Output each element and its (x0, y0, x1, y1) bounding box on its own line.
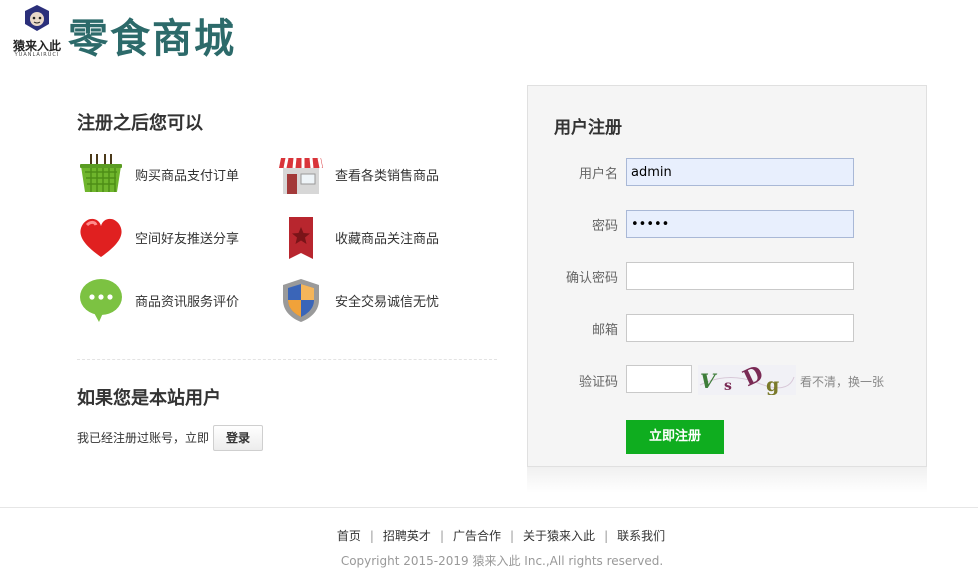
shopping-basket-icon (80, 154, 122, 192)
brand-subtitle: YUANLAIRUCI (14, 52, 60, 58)
footer-separator: | (439, 529, 444, 543)
login-button[interactable]: 登录 (213, 425, 263, 451)
captcha-char: s (724, 378, 732, 394)
benefit-item-review: 商品资讯服务评价 (77, 276, 267, 326)
storefront-icon (279, 157, 323, 194)
footer-separator: | (510, 529, 515, 543)
footer-link-jobs[interactable]: 招聘英才 (383, 529, 431, 543)
captcha-image[interactable]: V s D g (698, 365, 796, 395)
confirm-password-input[interactable] (626, 262, 854, 290)
member-prompt: 我已经注册过账号，立即 (77, 431, 210, 445)
copyright: Copyright 2015-2019 猿来入此 Inc.,All rights… (340, 554, 664, 568)
bookmark-star-icon (289, 217, 313, 259)
site-title: 零食商城 (68, 15, 236, 62)
username-label: 用户名 (578, 167, 618, 182)
footer-link-contact[interactable]: 联系我们 (617, 529, 665, 543)
password-input[interactable] (626, 210, 854, 238)
benefit-label: 安全交易诚信无忧 (335, 295, 440, 310)
benefit-label: 空间好友推送分享 (135, 232, 240, 247)
username-input[interactable] (626, 158, 854, 186)
register-panel: 用户注册 用户名 密码 确认密码 邮箱 验证码 V s D g 看不清，换一张 … (527, 85, 927, 467)
password-label: 密码 (591, 219, 618, 234)
email-input[interactable] (626, 314, 854, 342)
benefit-item-browse: 查看各类销售商品 (277, 150, 467, 200)
panel-shadow (527, 467, 927, 493)
heart-icon (80, 218, 122, 257)
captcha-char: V (700, 369, 718, 393)
footer-links: 首页 | 招聘英才 | 广告合作 | 关于猿来入此 | 联系我们 (0, 527, 978, 544)
footer-separator: | (369, 529, 374, 543)
benefit-label: 查看各类销售商品 (335, 169, 440, 184)
email-label: 邮箱 (591, 323, 618, 338)
chat-bubble-icon (80, 279, 122, 322)
header: 猿来入此 YUANLAIRUCI 零食商城 (0, 0, 978, 62)
footer-link-ads[interactable]: 广告合作 (453, 529, 501, 543)
benefits-title: 注册之后您可以 (77, 113, 203, 134)
benefit-item-favorite: 收藏商品关注商品 (277, 213, 467, 263)
benefit-label: 购买商品支付订单 (135, 169, 240, 184)
captcha-input[interactable] (626, 365, 692, 393)
register-title: 用户注册 (554, 118, 622, 138)
refresh-captcha-link[interactable]: 看不清，换一张 (800, 373, 884, 390)
member-title: 如果您是本站用户 (77, 388, 221, 409)
benefit-item-buy: 购买商品支付订单 (77, 150, 267, 200)
footer-link-home[interactable]: 首页 (337, 529, 361, 543)
benefit-label: 商品资讯服务评价 (135, 295, 240, 310)
captcha-char: g (766, 374, 779, 395)
section-divider (77, 359, 497, 360)
captcha-label: 验证码 (578, 375, 618, 390)
confirm-password-label: 确认密码 (565, 271, 618, 286)
benefit-label: 收藏商品关注商品 (335, 232, 440, 247)
benefit-item-share: 空间好友推送分享 (77, 213, 267, 263)
monkey-mascot-icon (25, 5, 49, 31)
register-submit-button[interactable]: 立即注册 (626, 420, 724, 454)
benefit-item-secure: 安全交易诚信无忧 (277, 276, 467, 326)
brand-logo[interactable]: 猿来入此 YUANLAIRUCI (8, 4, 66, 58)
footer-link-about[interactable]: 关于猿来入此 (523, 529, 595, 543)
shield-icon (283, 279, 319, 322)
footer-separator: | (604, 529, 609, 543)
footer-rule (0, 507, 978, 508)
